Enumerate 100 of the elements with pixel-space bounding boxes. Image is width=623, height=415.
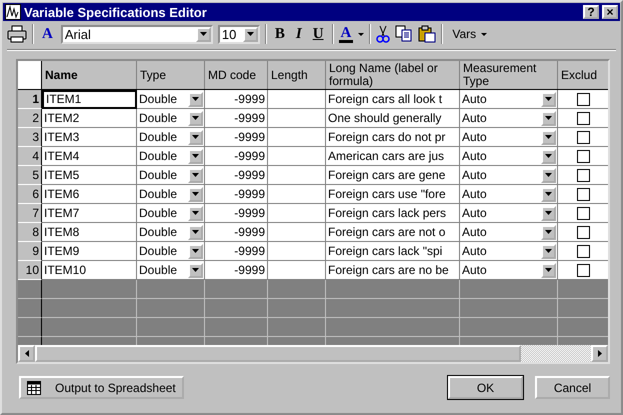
exclude-checkbox[interactable] xyxy=(577,206,590,220)
row-header[interactable]: 4 xyxy=(18,147,42,166)
column-header[interactable]: Length xyxy=(268,61,326,89)
caret-icon xyxy=(200,32,207,36)
scroll-left-button[interactable] xyxy=(18,345,35,362)
exclude-checkbox[interactable] xyxy=(577,168,590,182)
table-cell: One should generally xyxy=(326,109,460,128)
table-cell xyxy=(268,90,326,109)
exclude-checkbox[interactable] xyxy=(577,150,590,162)
caret-icon xyxy=(545,97,552,101)
help-button[interactable]: ? xyxy=(583,5,599,19)
row-header[interactable]: 6 xyxy=(18,185,42,204)
bold-button[interactable]: B xyxy=(272,26,288,42)
caret-icon xyxy=(545,135,552,139)
caret-icon xyxy=(545,154,552,158)
table-cell xyxy=(268,166,326,185)
copy-icon[interactable] xyxy=(395,25,414,43)
measurement-dropdown[interactable]: Auto xyxy=(460,204,558,223)
scroll-right-button[interactable] xyxy=(591,345,608,362)
vars-menu-button[interactable]: Vars xyxy=(448,27,476,41)
output-to-spreadsheet-button[interactable]: Output to Spreadsheet xyxy=(19,376,184,399)
type-dropdown[interactable]: Double xyxy=(137,166,205,185)
column-header[interactable]: Long Name (label or formula) xyxy=(326,61,460,89)
exclude-checkbox[interactable] xyxy=(577,92,590,106)
table-cell[interactable]: ITEM1 xyxy=(42,90,137,109)
table-cell[interactable]: ITEM5 xyxy=(42,166,137,185)
printer-icon[interactable] xyxy=(7,25,27,43)
scrollbar-thumb[interactable] xyxy=(35,345,521,362)
ok-button[interactable]: OK xyxy=(448,376,523,399)
table-cell[interactable]: ITEM7 xyxy=(42,204,137,223)
table-cell xyxy=(268,204,326,223)
caret-icon xyxy=(192,116,199,120)
column-header[interactable]: MD code xyxy=(205,61,268,89)
close-button[interactable]: × xyxy=(602,5,618,19)
exclude-checkbox[interactable] xyxy=(577,244,590,258)
table-cell: -9999 xyxy=(205,109,268,128)
row-header[interactable]: 1 xyxy=(18,90,42,109)
row-header[interactable]: 7 xyxy=(18,204,42,223)
table-cell: -9999 xyxy=(205,204,268,223)
font-color-button[interactable]: A xyxy=(338,26,354,42)
table-cell[interactable]: ITEM10 xyxy=(42,261,137,280)
type-dropdown[interactable]: Double xyxy=(137,109,205,128)
table-cell xyxy=(268,147,326,166)
exclude-checkbox[interactable] xyxy=(577,112,590,124)
measurement-dropdown[interactable]: Auto xyxy=(460,185,558,204)
measurement-dropdown[interactable]: Auto xyxy=(460,166,558,185)
table-cell[interactable]: ITEM6 xyxy=(42,185,137,204)
measurement-dropdown[interactable]: Auto xyxy=(460,223,558,242)
scissors-icon[interactable] xyxy=(376,25,390,43)
table-cell: Foreign cars lack pers xyxy=(326,204,460,223)
type-dropdown[interactable]: Double xyxy=(137,128,205,147)
table-cell: American cars are jus xyxy=(326,147,460,166)
font-size-dropdown[interactable]: 10 xyxy=(218,24,260,44)
measurement-dropdown[interactable]: Auto xyxy=(460,109,558,128)
type-dropdown[interactable]: Double xyxy=(137,185,205,204)
row-header[interactable]: 9 xyxy=(18,242,42,261)
row-header[interactable]: 10 xyxy=(18,261,42,280)
cancel-button[interactable]: Cancel xyxy=(535,376,610,399)
table-cell xyxy=(268,185,326,204)
type-dropdown[interactable]: Double xyxy=(137,204,205,223)
column-header[interactable]: Measurement Type xyxy=(460,61,558,89)
caret-icon xyxy=(358,32,364,36)
measurement-dropdown[interactable]: Auto xyxy=(460,147,558,166)
italic-button[interactable]: I xyxy=(292,26,305,42)
font-name-dropdown[interactable]: Arial xyxy=(60,24,213,44)
column-header[interactable]: Type xyxy=(137,61,205,89)
row-header[interactable]: 5 xyxy=(18,166,42,185)
column-header[interactable]: Name xyxy=(42,61,137,89)
row-header[interactable]: 8 xyxy=(18,223,42,242)
row-header[interactable]: 2 xyxy=(18,109,42,128)
exclude-checkbox[interactable] xyxy=(577,264,590,276)
underline-button[interactable]: U xyxy=(310,26,327,42)
type-dropdown[interactable]: Double xyxy=(137,261,205,280)
table-cell xyxy=(268,128,326,147)
exclude-checkbox[interactable] xyxy=(577,188,590,200)
horizontal-scrollbar[interactable] xyxy=(18,345,608,362)
measurement-dropdown[interactable]: Auto xyxy=(460,261,558,280)
type-dropdown[interactable]: Double xyxy=(137,147,205,166)
measurement-dropdown[interactable]: Auto xyxy=(460,90,558,109)
exclude-checkbox[interactable] xyxy=(577,226,590,238)
measurement-dropdown[interactable]: Auto xyxy=(460,242,558,261)
font-button[interactable]: A xyxy=(39,26,56,42)
table-cell: Foreign cars do not pr xyxy=(326,128,460,147)
table-cell[interactable]: ITEM9 xyxy=(42,242,137,261)
table-cell[interactable]: ITEM4 xyxy=(42,147,137,166)
type-dropdown[interactable]: Double xyxy=(137,223,205,242)
table-cell: -9999 xyxy=(205,223,268,242)
measurement-dropdown[interactable]: Auto xyxy=(460,128,558,147)
table-cell[interactable]: ITEM3 xyxy=(42,128,137,147)
type-dropdown[interactable]: Double xyxy=(137,90,205,109)
type-dropdown[interactable]: Double xyxy=(137,242,205,261)
window-title: Variable Specifications Editor xyxy=(24,4,208,20)
paste-icon[interactable] xyxy=(418,25,436,43)
exclude-checkbox[interactable] xyxy=(577,130,590,144)
caret-icon xyxy=(545,192,552,196)
row-header[interactable]: 3 xyxy=(18,128,42,147)
table-cell[interactable]: ITEM8 xyxy=(42,223,137,242)
column-header[interactable]: Exclud xyxy=(558,61,608,89)
table-cell[interactable]: ITEM2 xyxy=(42,109,137,128)
table-cell: Foreign cars are gene xyxy=(326,166,460,185)
